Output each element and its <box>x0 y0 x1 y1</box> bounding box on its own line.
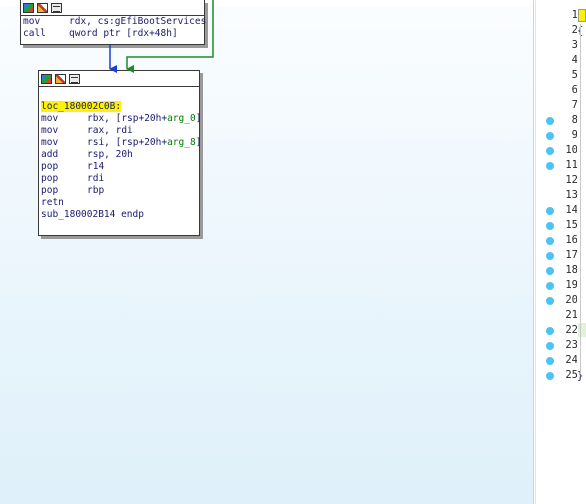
breakpoint-dot-icon[interactable] <box>546 372 554 380</box>
gutter-line[interactable]: 3 <box>536 39 578 54</box>
gutter-line[interactable]: 2 <box>536 24 578 39</box>
gutter-line[interactable]: 23 <box>536 339 578 354</box>
highlight-marker <box>578 9 586 22</box>
gutter-line[interactable]: 21 <box>536 309 578 324</box>
gutter-line[interactable]: 9 <box>536 129 578 144</box>
gutter-line[interactable]: 1 <box>536 9 578 24</box>
gutter-line[interactable]: 11 <box>536 159 578 174</box>
breakpoint-dot-icon[interactable] <box>546 117 554 125</box>
edge-false[interactable] <box>126 0 214 73</box>
breakpoint-dot-icon[interactable] <box>546 132 554 140</box>
gutter-line[interactable]: 8 <box>536 114 578 129</box>
gutter-line[interactable]: 6 <box>536 84 578 99</box>
gutter-line[interactable]: 7 <box>536 99 578 114</box>
graph-edges <box>109 0 214 73</box>
breakpoint-dot-icon[interactable] <box>546 162 554 170</box>
breakpoint-dot-icon[interactable] <box>546 267 554 275</box>
graph-view[interactable]: mov rdx, cs:gEfiBootServices call qword pt… <box>0 0 534 504</box>
breakpoint-dot-icon[interactable] <box>546 222 554 230</box>
pseudocode-pane[interactable]: E { } <box>577 0 586 504</box>
gutter-line[interactable]: 22 <box>536 324 578 339</box>
gutter-line[interactable]: 5 <box>536 69 578 84</box>
gutter-line[interactable]: 20 <box>536 294 578 309</box>
indent-guide <box>580 24 581 374</box>
gutter-line[interactable]: 17 <box>536 249 578 264</box>
gutter-line[interactable]: 19 <box>536 279 578 294</box>
gutter-line[interactable]: 13 <box>536 189 578 204</box>
gutter-line[interactable]: 4 <box>536 54 578 69</box>
breakpoint-dot-icon[interactable] <box>546 207 554 215</box>
gutter-line[interactable]: 18 <box>536 264 578 279</box>
gutter-line[interactable]: 16 <box>536 234 578 249</box>
breakpoint-dot-icon[interactable] <box>546 282 554 290</box>
breakpoint-dot-icon[interactable] <box>546 327 554 335</box>
gutter-line[interactable]: 10 <box>536 144 578 159</box>
breakpoint-dot-icon[interactable] <box>546 297 554 305</box>
gutter-line[interactable]: 25 <box>536 369 578 384</box>
breakpoint-dot-icon[interactable] <box>546 147 554 155</box>
breakpoint-dot-icon[interactable] <box>546 342 554 350</box>
gutter-line[interactable]: 12 <box>536 174 578 189</box>
gutter-line[interactable]: 24 <box>536 354 578 369</box>
breakpoint-dot-icon[interactable] <box>546 252 554 260</box>
gutter-line[interactable]: 15 <box>536 219 578 234</box>
gutter-line[interactable]: 14 <box>536 204 578 219</box>
breakpoint-dot-icon[interactable] <box>546 237 554 245</box>
breakpoint-dot-icon[interactable] <box>546 357 554 365</box>
